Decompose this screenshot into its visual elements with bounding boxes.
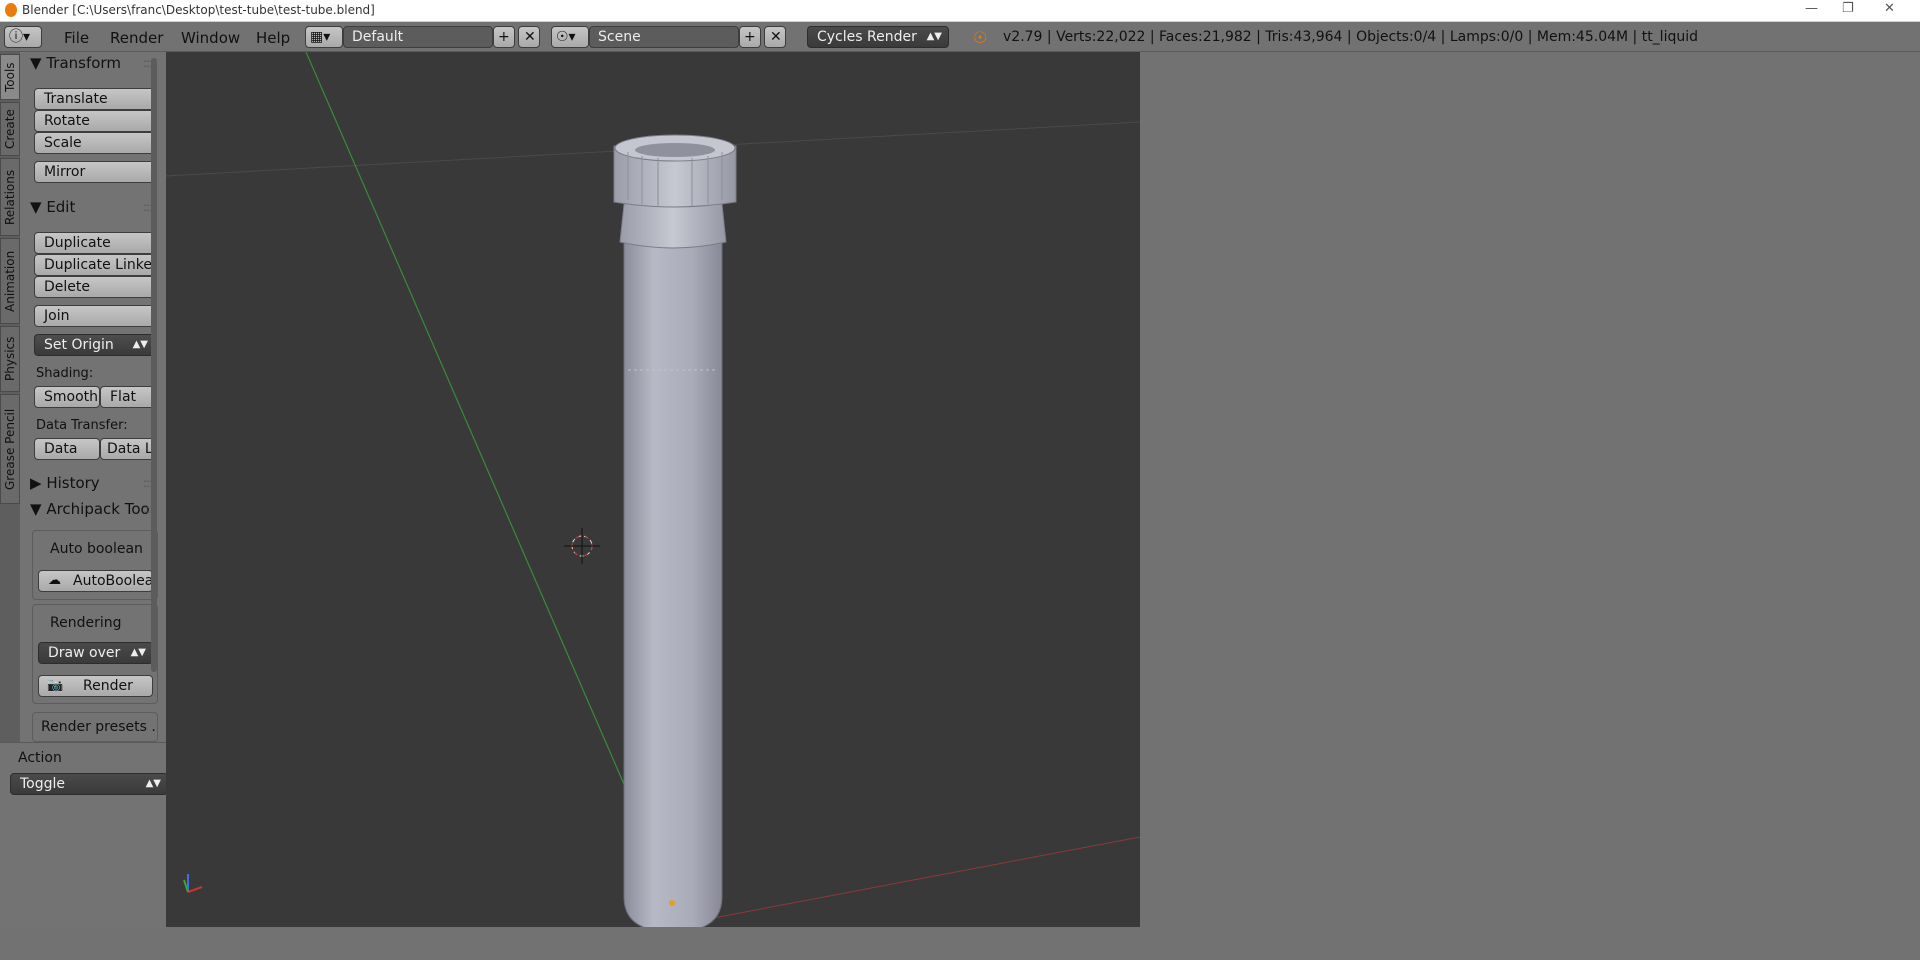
flat-button[interactable]: Flat [100,386,155,408]
render-engine-label: Cycles Render [817,29,917,45]
add-layout-icon[interactable]: + [493,26,515,48]
auto-boolean-label: Auto boolean [50,541,143,557]
set-origin-label: Set Origin [44,337,114,353]
tool-shelf-scrollbar[interactable] [148,52,160,742]
render-label: Render [83,678,133,694]
transform-header[interactable]: ▼ Transform [30,54,121,72]
close-icon[interactable]: ✕ [1884,1,1895,16]
scene-stats: v2.79 | Verts:22,022 | Faces:21,982 | Tr… [1003,29,1698,45]
cap-opening [635,143,715,157]
edit-header[interactable]: ▼ Edit [30,198,75,216]
history-header-label: History [46,474,100,492]
add-scene-icon[interactable]: + [739,26,761,48]
remove-layout-icon[interactable]: ✕ [518,26,540,48]
render-presets-box[interactable]: Render presets ... [32,712,158,742]
tool-shelf-tabs: Tools Create Relations Animation Physics… [0,52,20,742]
viewport-canvas[interactable] [166,52,1140,927]
menu-window[interactable]: Window [181,29,240,47]
rendering-label: Rendering [50,615,122,631]
test-tube-body [623,231,723,927]
tab-grease-pencil[interactable]: Grease Pencil [0,394,20,504]
remove-scene-icon[interactable]: ✕ [764,26,786,48]
render-button[interactable]: 📷 Render [38,675,153,697]
tab-relations[interactable]: Relations [0,158,20,236]
delete-button[interactable]: Delete [34,276,155,298]
blender-logo-icon [5,3,17,17]
tool-shelf: ▼ Transform :::: Translate Rotate Scale … [20,52,166,742]
editor-type-icon[interactable]: ⓘ▾ [4,26,42,48]
toggle-label: Toggle [20,776,66,792]
tab-physics[interactable]: Physics [0,326,20,392]
join-button[interactable]: Join [34,305,155,327]
blender-version-icon: ☉ [973,28,988,47]
window-titlebar: Blender [C:\Users\franc\Desktop\test-tub… [0,0,1920,22]
maximize-icon[interactable]: ❐ [1842,1,1854,16]
tab-create[interactable]: Create [0,102,20,156]
autoboolean-label: AutoBoolean [73,573,153,589]
mirror-button[interactable]: Mirror [34,161,155,183]
render-presets-label: Render presets ... [41,719,158,735]
scale-button[interactable]: Scale [34,132,155,154]
window-title: Blender [C:\Users\franc\Desktop\test-tub… [22,3,375,17]
render-engine-select[interactable]: Cycles Render ▲▼ [807,26,949,48]
duplicate-linked-button[interactable]: Duplicate Linked [34,254,155,276]
set-origin-select[interactable]: Set Origin ▲▼ [34,334,155,356]
draw-over-select[interactable]: Draw over ▲▼ [38,642,153,664]
cloud-icon: ☁ [48,573,61,588]
archipack-header[interactable]: ▼ Archipack Too [30,500,150,518]
translate-button[interactable]: Translate [34,88,155,110]
scene-icon[interactable]: ☉▾ [551,26,589,48]
menu-help[interactable]: Help [256,29,290,47]
3d-viewport[interactable] [166,52,1140,927]
menu-render[interactable]: Render [110,29,163,47]
data-layers-button[interactable]: Data La [100,438,155,460]
minimize-icon[interactable]: — [1805,1,1818,16]
rotate-button[interactable]: Rotate [34,110,155,132]
edit-header-label: Edit [46,198,76,216]
duplicate-button[interactable]: Duplicate [34,232,155,254]
smooth-button[interactable]: Smooth [34,386,100,408]
x-axis-line [665,836,1140,927]
info-header: ⓘ▾ File Render Window Help ▦▾ Default + … [0,22,1920,52]
camera-icon: 📷 [47,678,64,693]
history-header[interactable]: ▶ History [30,474,100,492]
shading-label: Shading: [36,366,94,381]
transform-header-label: Transform [46,54,121,72]
screen-layout-icon[interactable]: ▦▾ [305,26,343,48]
data-button[interactable]: Data [34,438,100,460]
autoboolean-button[interactable]: ☁ AutoBoolean [38,570,153,592]
action-label: Action [18,750,62,766]
archipack-header-label: Archipack Too [46,500,150,518]
origin-dot [669,900,675,906]
layout-name-field[interactable]: Default [343,26,493,48]
tab-animation[interactable]: Animation [0,238,20,324]
last-operator-panel: Action Toggle ▲▼ [0,742,168,927]
menu-file[interactable]: File [64,29,89,47]
action-select[interactable]: Toggle ▲▼ [10,773,168,795]
scene-name-field[interactable]: Scene [589,26,739,48]
draw-over-label: Draw over [48,645,121,661]
data-transfer-label: Data Transfer: [36,418,128,433]
tab-tools[interactable]: Tools [0,54,20,100]
axis-gizmo-icon [183,874,203,893]
